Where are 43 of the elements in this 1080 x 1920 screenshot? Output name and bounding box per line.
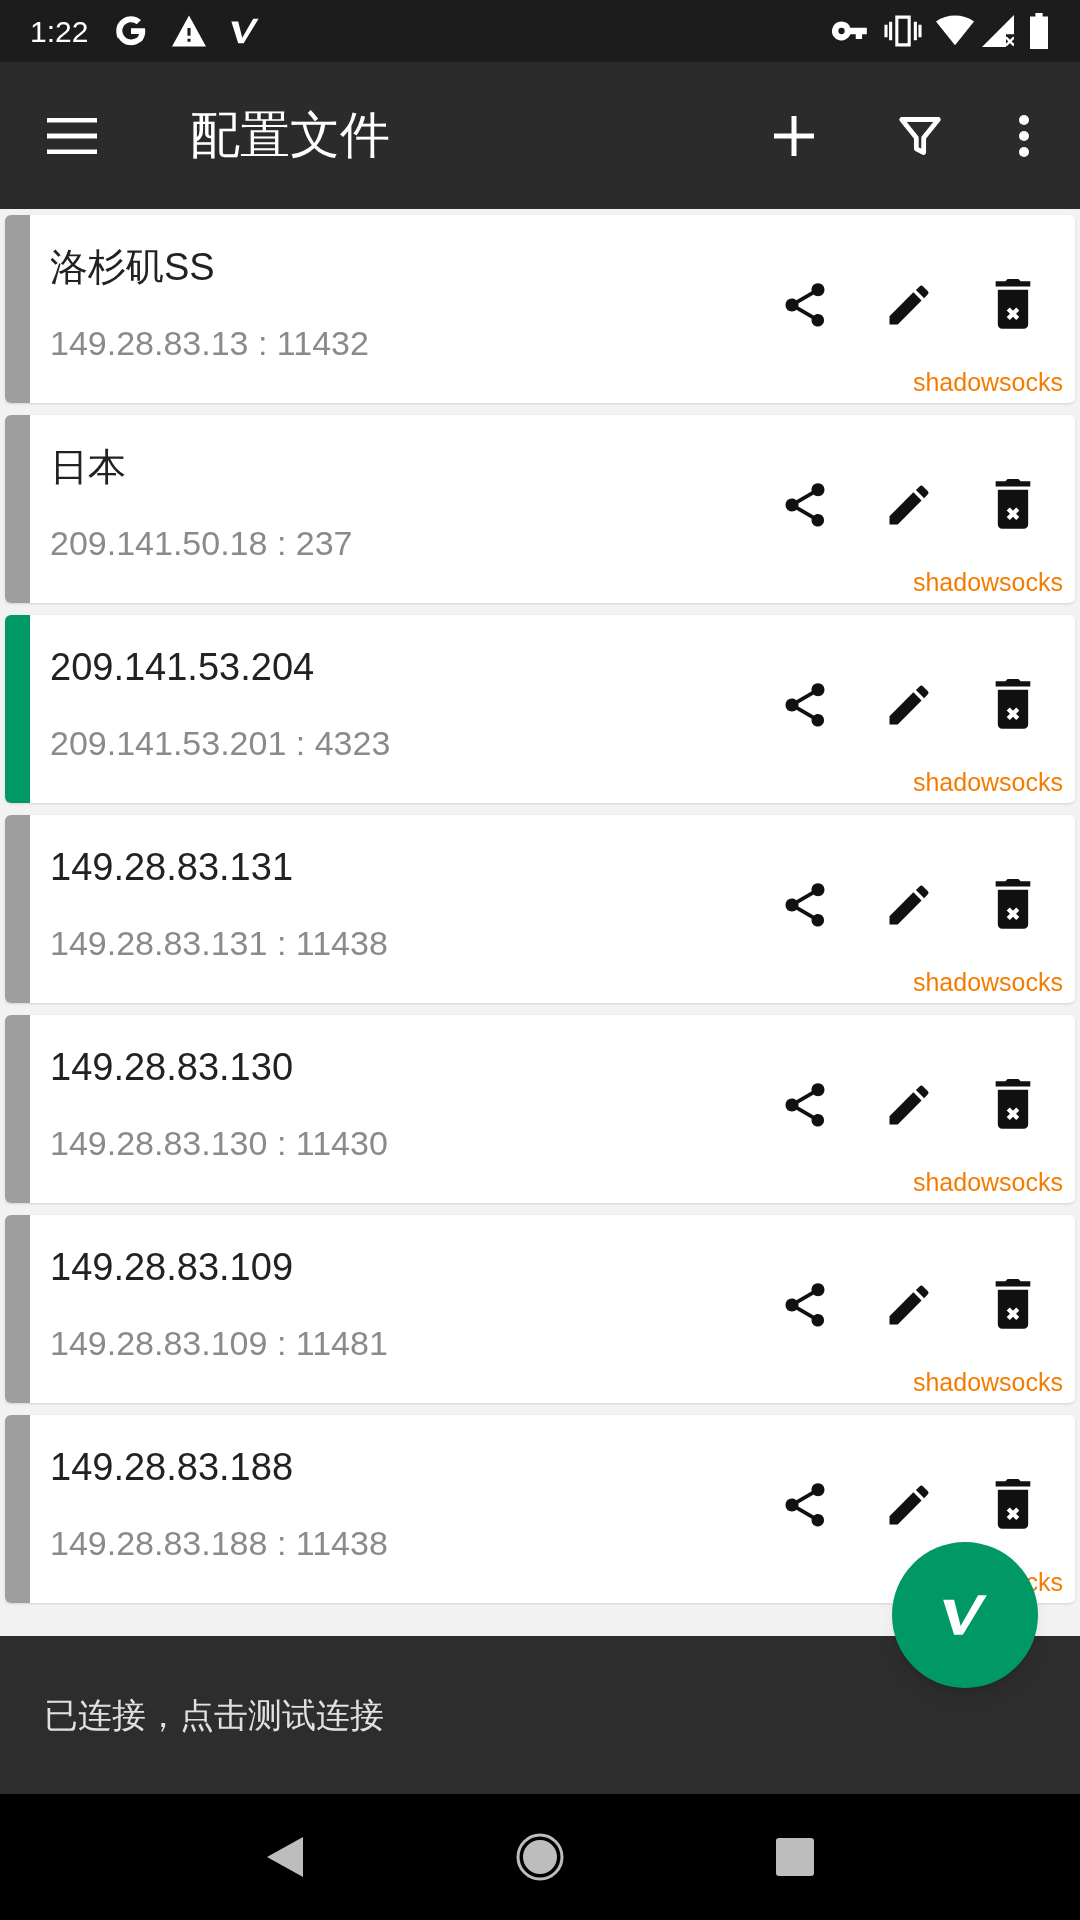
profile-address: 209.141.50.18 : 237 <box>50 523 353 563</box>
vibrate-icon <box>884 14 922 48</box>
protocol-label: shadowsocks <box>912 366 1063 398</box>
profile-address: 149.28.83.130 : 11430 <box>50 1123 388 1163</box>
profile-card[interactable]: 209.141.53.204 209.141.53.201 : 4323 shadowsocks <box>5 615 1075 803</box>
profile-name: 149.28.83.131 <box>50 845 293 889</box>
profile-card[interactable]: 149.28.83.130 149.28.83.130 : 11430 shadowsocks <box>5 1015 1075 1203</box>
profile-name: 149.28.83.130 <box>50 1045 293 1089</box>
signal-icon <box>982 15 1014 47</box>
back-button[interactable] <box>265 1835 305 1879</box>
recents-icon <box>775 1837 815 1877</box>
profile-card[interactable]: 日本 209.141.50.18 : 237 shadowsocks <box>5 415 1075 603</box>
profile-name: 洛杉矶SS <box>50 245 215 289</box>
profile-card[interactable]: 洛杉矶SS 149.28.83.13 : 11432 shadowsocks <box>5 215 1075 403</box>
key-icon <box>832 19 870 43</box>
add-icon <box>774 115 814 156</box>
profile-card[interactable]: 149.28.83.131 149.28.83.131 : 11438 shadowsocks <box>5 815 1075 1003</box>
app-bar-title: 配置文件 <box>190 106 390 165</box>
back-icon <box>265 1835 305 1879</box>
profile-address: 149.28.83.13 : 11432 <box>50 323 369 363</box>
menu-icon <box>47 117 97 154</box>
profile-card[interactable]: 149.28.83.109 149.28.83.109 : 11481 shadowsocks <box>5 1215 1075 1403</box>
profile-name: 149.28.83.188 <box>50 1445 293 1489</box>
recents-button[interactable] <box>775 1837 815 1877</box>
more-options-icon <box>1018 113 1030 158</box>
profile-address: 149.28.83.188 : 11438 <box>50 1523 388 1563</box>
wifi-icon <box>936 15 974 47</box>
protocol-label: shadowsocks <box>912 966 1063 998</box>
protocol-label: shadowsocks <box>912 1166 1063 1198</box>
profile-address: 149.28.83.109 : 11481 <box>50 1323 388 1363</box>
connection-status-text[interactable]: 已连接，点击测试连接 <box>44 1689 384 1741</box>
profile-name: 日本 <box>50 445 126 489</box>
profile-address: 209.141.53.201 : 4323 <box>50 723 391 763</box>
profile-name: 149.28.83.109 <box>50 1245 293 1289</box>
home-icon <box>515 1832 565 1882</box>
profile-name: 209.141.53.204 <box>50 645 315 689</box>
protocol-label: shadowsocks <box>912 566 1063 598</box>
status-time: 1:22 <box>30 13 89 50</box>
protocol-label: shadowsocks <box>912 1366 1063 1398</box>
profile-address: 149.28.83.131 : 11438 <box>50 923 388 963</box>
battery-icon <box>1028 13 1050 49</box>
home-button[interactable] <box>515 1832 565 1882</box>
protocol-label: shadowsocks <box>912 766 1063 798</box>
